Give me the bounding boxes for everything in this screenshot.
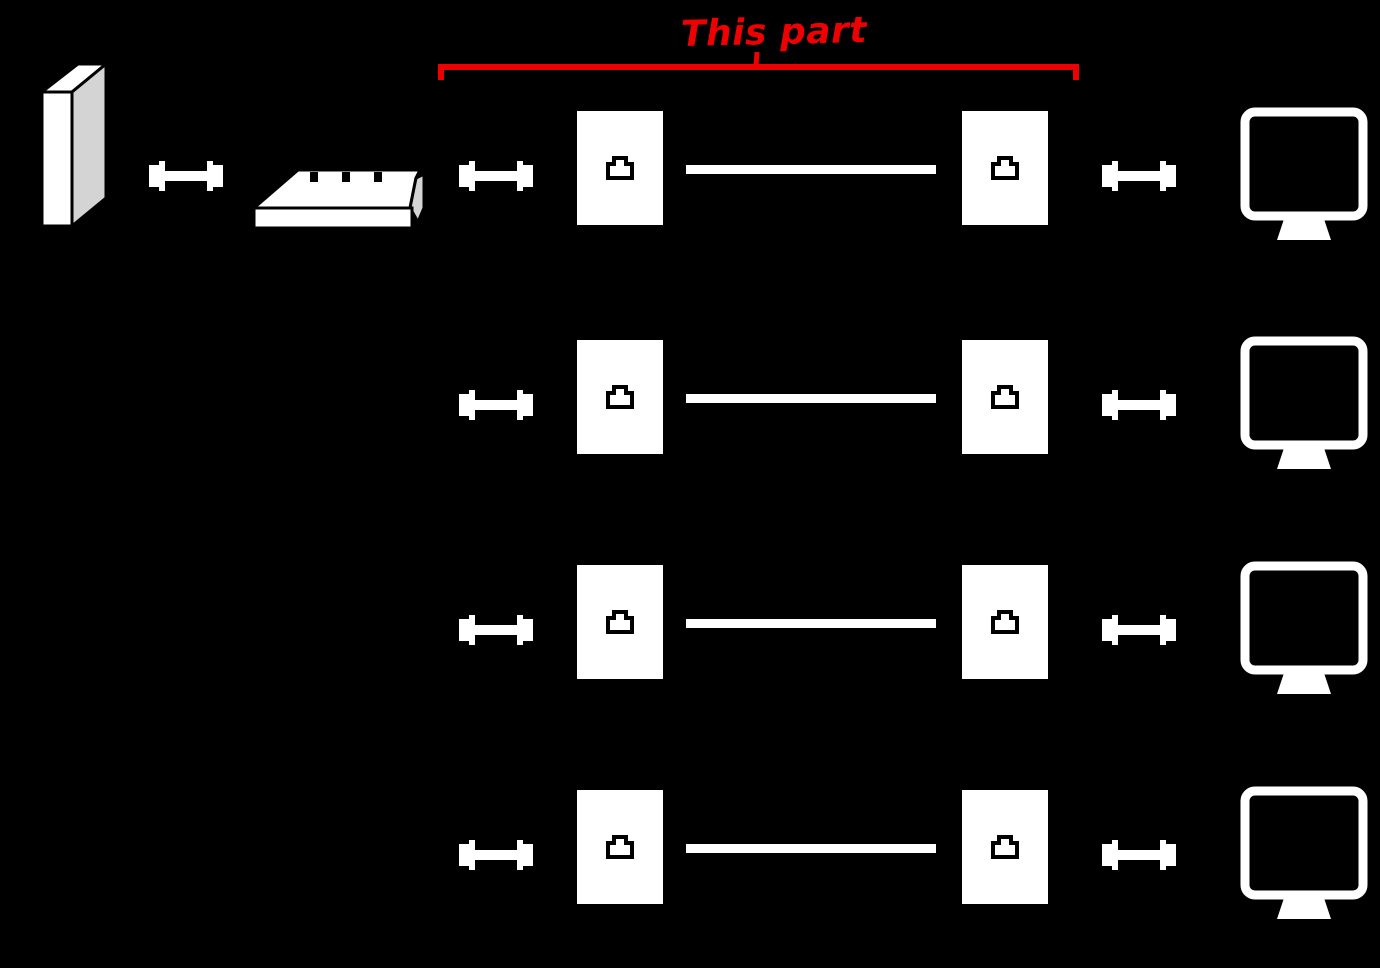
cable-connector-r2-c2[interactable] bbox=[453, 386, 539, 424]
monitor-icon bbox=[1240, 336, 1368, 469]
adapter-card-r2-left[interactable] bbox=[577, 340, 663, 454]
cable-connector-icon bbox=[459, 840, 533, 870]
server-slab-node[interactable] bbox=[32, 58, 111, 238]
link-line-r1 bbox=[686, 165, 936, 174]
network-switch-icon bbox=[249, 168, 426, 230]
monitor-icon bbox=[1240, 107, 1368, 240]
monitor-r2[interactable] bbox=[1240, 336, 1368, 477]
adapter-card-r1-right[interactable] bbox=[962, 111, 1048, 225]
monitor-icon bbox=[1240, 786, 1368, 919]
adapter-card-r4-left[interactable] bbox=[577, 790, 663, 904]
adapter-card-r3-left[interactable] bbox=[577, 565, 663, 679]
cable-connector-r4-c2[interactable] bbox=[453, 836, 539, 874]
cable-connector-r3-c3[interactable] bbox=[1096, 611, 1182, 649]
cable-connector-icon bbox=[459, 161, 533, 191]
cable-connector-r1-c3[interactable] bbox=[1096, 157, 1182, 195]
ethernet-port-icon bbox=[606, 835, 634, 859]
cable-connector-icon bbox=[1102, 390, 1176, 420]
cable-connector-icon bbox=[459, 615, 533, 645]
ethernet-port-icon bbox=[606, 610, 634, 634]
ethernet-port-icon bbox=[991, 156, 1019, 180]
monitor-r3[interactable] bbox=[1240, 561, 1368, 702]
monitor-r4[interactable] bbox=[1240, 786, 1368, 927]
adapter-card-r2-right[interactable] bbox=[962, 340, 1048, 454]
link-line-r4 bbox=[686, 844, 936, 853]
cable-connector-r4-c3[interactable] bbox=[1096, 836, 1182, 874]
link-line-r3 bbox=[686, 619, 936, 628]
cable-connector-r1-c1[interactable] bbox=[143, 157, 229, 195]
adapter-card-r4-right[interactable] bbox=[962, 790, 1048, 904]
network-switch-node[interactable] bbox=[249, 160, 430, 238]
ethernet-port-icon bbox=[991, 835, 1019, 859]
ethernet-port-icon bbox=[606, 385, 634, 409]
ethernet-port-icon bbox=[606, 156, 634, 180]
ethernet-port-icon bbox=[991, 385, 1019, 409]
adapter-card-r3-right[interactable] bbox=[962, 565, 1048, 679]
cable-connector-r1-c2[interactable] bbox=[453, 157, 539, 195]
adapter-card-r1-left[interactable] bbox=[577, 111, 663, 225]
cable-connector-r2-c3[interactable] bbox=[1096, 386, 1182, 424]
network-diagram-canvas bbox=[0, 0, 1380, 968]
cable-connector-r3-c2[interactable] bbox=[453, 611, 539, 649]
monitor-r1[interactable] bbox=[1240, 107, 1368, 248]
cable-connector-icon bbox=[459, 390, 533, 420]
cable-connector-icon bbox=[1102, 161, 1176, 191]
ethernet-port-icon bbox=[991, 610, 1019, 634]
monitor-icon bbox=[1240, 561, 1368, 694]
cable-connector-icon bbox=[1102, 615, 1176, 645]
server-slab-icon bbox=[37, 60, 111, 230]
link-line-r2 bbox=[686, 394, 936, 403]
cable-connector-icon bbox=[149, 161, 223, 191]
cable-connector-icon bbox=[1102, 840, 1176, 870]
